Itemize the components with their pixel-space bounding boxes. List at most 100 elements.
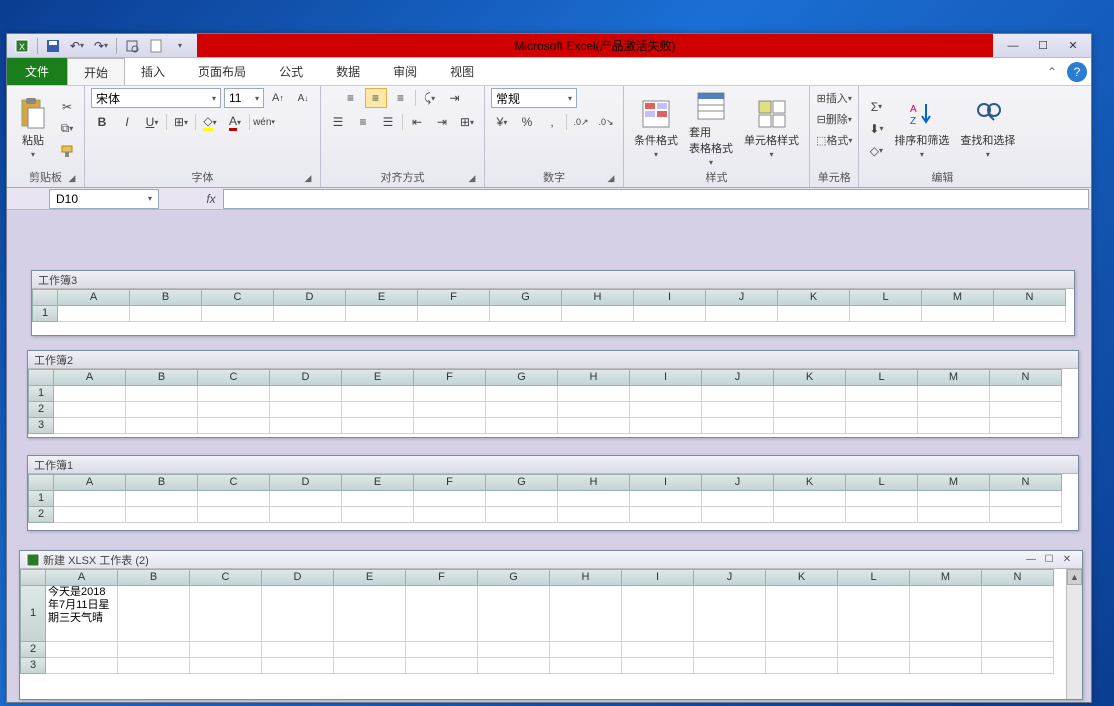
col-header[interactable]: H bbox=[558, 474, 630, 491]
col-header[interactable]: N bbox=[982, 569, 1054, 586]
col-header[interactable]: K bbox=[774, 369, 846, 386]
format-cells-icon[interactable]: ⬚ 格式 ▾ bbox=[816, 130, 852, 150]
col-header[interactable]: L bbox=[850, 289, 922, 306]
align-middle-icon[interactable]: ≡ bbox=[365, 88, 387, 108]
delete-cells-icon[interactable]: ⊟ 删除 ▾ bbox=[817, 109, 852, 129]
font-size-select[interactable]: 11▾ bbox=[224, 88, 264, 108]
workbook-window-active[interactable]: 新建 XLSX 工作表 (2) — ☐ ✕ ABCDEFGHIJKLMN 1今天… bbox=[19, 550, 1083, 700]
italic-button[interactable]: I bbox=[116, 112, 138, 132]
qat-customize-icon[interactable]: ▾ bbox=[169, 36, 191, 56]
decrease-indent-icon[interactable]: ⇤ bbox=[406, 112, 428, 132]
col-header[interactable]: E bbox=[334, 569, 406, 586]
tab-review[interactable]: 审阅 bbox=[377, 58, 434, 85]
workbook-window-1[interactable]: 工作簿1 ABCDEFGHIJKLMN 1 2 bbox=[27, 455, 1079, 531]
cell-a1[interactable]: 今天是2018年7月11日星期三天气晴 bbox=[46, 586, 118, 642]
insert-cells-icon[interactable]: ⊞ 插入 ▾ bbox=[817, 88, 852, 108]
increase-font-icon[interactable]: A↑ bbox=[267, 88, 289, 108]
redo-icon[interactable]: ↷▾ bbox=[90, 36, 112, 56]
tab-insert[interactable]: 插入 bbox=[125, 58, 182, 85]
decrease-decimal-icon[interactable]: .0↘ bbox=[595, 112, 617, 132]
col-header[interactable]: E bbox=[342, 369, 414, 386]
col-header[interactable]: G bbox=[478, 569, 550, 586]
grid[interactable]: ABCDEFGHIJKLMN 1 2 3 bbox=[28, 369, 1078, 434]
merge-icon[interactable]: ⊞▾ bbox=[456, 112, 478, 132]
find-select-button[interactable]: 查找和选择▾ bbox=[956, 96, 1019, 161]
maximize-button[interactable]: ☐ bbox=[1029, 36, 1057, 56]
col-header[interactable]: I bbox=[630, 474, 702, 491]
cut-icon[interactable]: ✂ bbox=[56, 97, 78, 117]
col-header[interactable]: L bbox=[838, 569, 910, 586]
underline-button[interactable]: U▾ bbox=[141, 112, 163, 132]
col-header[interactable]: F bbox=[406, 569, 478, 586]
fill-color-icon[interactable]: ◇▾ bbox=[199, 112, 221, 132]
tab-view[interactable]: 视图 bbox=[434, 58, 491, 85]
vertical-scrollbar[interactable]: ▲ bbox=[1066, 569, 1082, 699]
col-header[interactable]: B bbox=[126, 474, 198, 491]
launcher-icon[interactable]: ◢ bbox=[66, 173, 78, 185]
col-header[interactable]: H bbox=[562, 289, 634, 306]
col-header[interactable]: H bbox=[550, 569, 622, 586]
col-header[interactable]: C bbox=[198, 474, 270, 491]
cell-styles-button[interactable]: 单元格样式▾ bbox=[740, 96, 803, 161]
grid[interactable]: ABCDEFGHIJKLMN 1 bbox=[32, 289, 1074, 322]
workbook-window-2[interactable]: 工作簿2 ABCDEFGHIJKLMN 1 2 3 bbox=[27, 350, 1079, 438]
comma-icon[interactable]: , bbox=[541, 112, 563, 132]
align-center-icon[interactable]: ≡ bbox=[352, 112, 374, 132]
launcher-icon[interactable]: ◢ bbox=[302, 173, 314, 185]
col-header[interactable]: G bbox=[490, 289, 562, 306]
col-header[interactable]: M bbox=[910, 569, 982, 586]
col-header[interactable]: J bbox=[702, 474, 774, 491]
row-header[interactable]: 1 bbox=[32, 306, 58, 322]
col-header[interactable]: G bbox=[486, 474, 558, 491]
orientation-icon[interactable]: ⤹▾ bbox=[419, 88, 441, 108]
col-header[interactable]: E bbox=[342, 474, 414, 491]
sort-filter-button[interactable]: AZ 排序和筛选▾ bbox=[890, 96, 953, 161]
col-header[interactable]: D bbox=[270, 474, 342, 491]
font-name-select[interactable]: 宋体▾ bbox=[91, 88, 221, 108]
col-header[interactable]: M bbox=[918, 474, 990, 491]
col-header[interactable]: J bbox=[706, 289, 778, 306]
format-table-button[interactable]: 套用 表格格式▾ bbox=[685, 88, 737, 169]
launcher-icon[interactable]: ◢ bbox=[605, 173, 617, 185]
border-icon[interactable]: ⊞▾ bbox=[170, 112, 192, 132]
col-header[interactable]: F bbox=[414, 369, 486, 386]
number-format-select[interactable]: 常规▾ bbox=[491, 88, 577, 108]
launcher-icon[interactable]: ◢ bbox=[466, 173, 478, 185]
col-header[interactable]: A bbox=[54, 369, 126, 386]
tab-home[interactable]: 开始 bbox=[67, 58, 125, 85]
col-header[interactable]: M bbox=[922, 289, 994, 306]
paste-button[interactable]: 粘贴 ▾ bbox=[13, 96, 53, 161]
col-header[interactable]: K bbox=[778, 289, 850, 306]
col-header[interactable]: B bbox=[118, 569, 190, 586]
conditional-format-button[interactable]: 条件格式▾ bbox=[630, 96, 682, 161]
col-header[interactable]: E bbox=[346, 289, 418, 306]
col-header[interactable]: B bbox=[130, 289, 202, 306]
ribbon-minimize-icon[interactable]: ⌃ bbox=[1041, 62, 1063, 82]
grid[interactable]: ABCDEFGHIJKLMN 1今天是2018年7月11日星期三天气晴 2 3 bbox=[20, 569, 1082, 674]
tab-formulas[interactable]: 公式 bbox=[263, 58, 320, 85]
col-header[interactable]: B bbox=[126, 369, 198, 386]
col-header[interactable]: A bbox=[58, 289, 130, 306]
col-header[interactable]: I bbox=[630, 369, 702, 386]
copy-icon[interactable]: ⧉▾ bbox=[56, 119, 78, 139]
col-header[interactable]: L bbox=[846, 369, 918, 386]
fx-icon[interactable]: fx bbox=[199, 192, 223, 206]
name-box[interactable]: D10▾ bbox=[49, 189, 159, 209]
percent-icon[interactable]: % bbox=[516, 112, 538, 132]
col-header[interactable]: D bbox=[270, 369, 342, 386]
col-header[interactable]: F bbox=[414, 474, 486, 491]
file-tab[interactable]: 文件 bbox=[7, 58, 67, 85]
currency-icon[interactable]: ¥▾ bbox=[491, 112, 513, 132]
print-preview-icon[interactable] bbox=[121, 36, 143, 56]
increase-indent-icon[interactable]: ⇥ bbox=[431, 112, 453, 132]
col-header[interactable]: K bbox=[766, 569, 838, 586]
row-header[interactable]: 2 bbox=[28, 507, 54, 523]
decrease-font-icon[interactable]: A↓ bbox=[292, 88, 314, 108]
tab-data[interactable]: 数据 bbox=[320, 58, 377, 85]
grid[interactable]: ABCDEFGHIJKLMN 1 2 bbox=[28, 474, 1078, 523]
workbook-window-3[interactable]: 工作簿3 ABCDEFGHIJKLMN 1 bbox=[31, 270, 1075, 336]
col-header[interactable]: A bbox=[46, 569, 118, 586]
formula-bar[interactable] bbox=[223, 189, 1089, 209]
wrap-text-icon[interactable]: ⇥ bbox=[444, 88, 466, 108]
col-header[interactable]: K bbox=[774, 474, 846, 491]
